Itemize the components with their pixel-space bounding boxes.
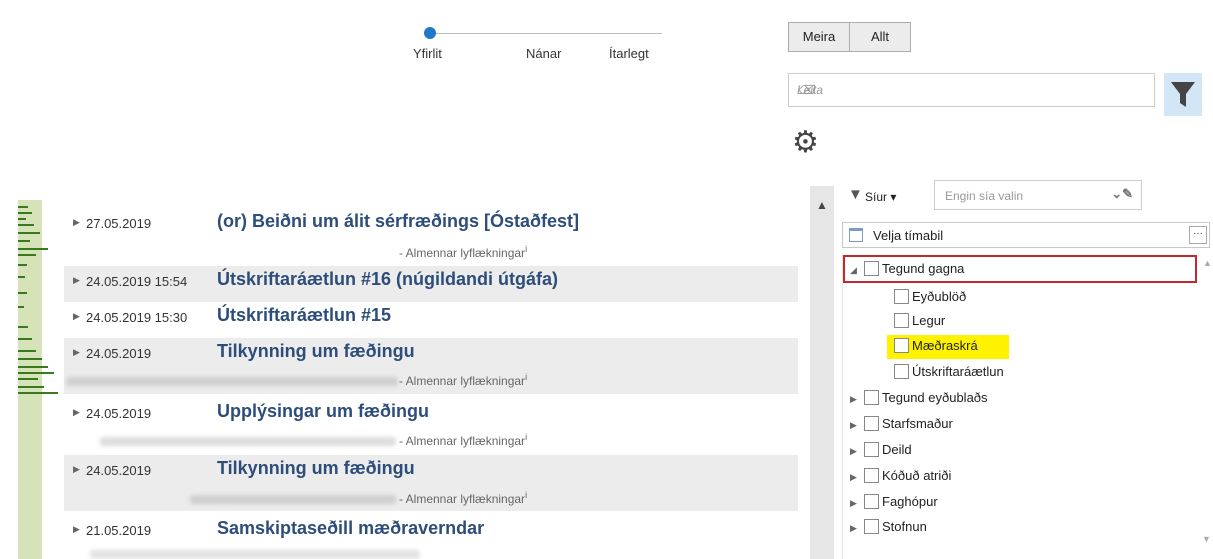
caret-right-icon[interactable]: ▶ [850, 498, 864, 509]
gear-icon[interactable]: ⚙ [792, 128, 819, 158]
item-title[interactable]: Útskriftaráætlun #16 (núgildandi útgáfa) [217, 269, 558, 290]
checkbox[interactable] [864, 390, 879, 405]
tree-node-department[interactable]: ▶ Deild [850, 442, 912, 457]
calendar-icon [849, 228, 863, 242]
tree-node-professional-group[interactable]: ▶ Faghópur [850, 494, 938, 509]
redacted-text [90, 550, 420, 559]
period-label: Velja tímabil [873, 228, 944, 243]
list-item[interactable]: ▶ 24.05.2019 Upplýsingar um fæðingu [64, 398, 798, 434]
filter-select[interactable]: Engin sía valin ⌄✎ [934, 180, 1142, 210]
info-icon[interactable]: i [525, 490, 527, 500]
checkbox[interactable] [864, 519, 879, 534]
timeline-minimap[interactable] [18, 206, 58, 396]
eraser-icon[interactable]: ⌫ [797, 83, 1146, 97]
scroll-down-icon[interactable]: ▼ [1202, 534, 1211, 544]
filter-icon: ▼ [848, 186, 863, 203]
checkbox[interactable] [894, 313, 909, 328]
list-scrollbar[interactable] [810, 186, 834, 559]
item-date: 21.05.2019 [86, 523, 152, 538]
checkbox[interactable] [864, 494, 879, 509]
list-item[interactable]: ▶ 24.05.2019 15:54 Útskriftaráætlun #16 … [64, 266, 798, 302]
tree-node-institution[interactable]: ▶ Stofnun [850, 519, 927, 534]
item-date: 24.05.2019 15:54 [86, 274, 188, 289]
checkbox[interactable] [894, 364, 909, 379]
caret-right-icon[interactable]: ▶ [850, 394, 864, 405]
item-title[interactable]: Upplýsingar um fæðingu [217, 401, 429, 422]
detail-level-more[interactable]: Nánar [526, 46, 561, 61]
filters-dropdown[interactable]: Síur ▾ [865, 190, 896, 204]
detail-slider-track[interactable] [431, 33, 662, 34]
more-button[interactable]: Meira [788, 22, 850, 52]
caret-right-icon[interactable]: ▶ [73, 311, 80, 322]
item-subtitle: - Almennar lyflækningari [399, 490, 528, 506]
caret-right-icon[interactable]: ▶ [850, 472, 864, 483]
detail-level-detailed[interactable]: Ítarlegt [609, 46, 649, 61]
redacted-text [190, 495, 396, 504]
tree-node-forms[interactable]: Eyðublöð [894, 289, 966, 304]
tree-node-staff[interactable]: ▶ Starfsmaður [850, 416, 953, 431]
checkbox[interactable] [864, 261, 879, 276]
chevron-down-icon[interactable]: ⌄✎ [1111, 186, 1133, 202]
checkbox[interactable] [894, 338, 909, 353]
checkbox[interactable] [894, 289, 909, 304]
info-icon[interactable]: i [525, 432, 527, 442]
list-item[interactable]: ▶ 24.05.2019 15:30 Útskriftaráætlun #15 [64, 302, 798, 338]
all-button[interactable]: Allt [849, 22, 911, 52]
info-icon[interactable]: i [525, 244, 527, 254]
list-item[interactable]: ▶ 27.05.2019 (or) Beiðni um álit sérfræð… [64, 208, 798, 244]
checkbox[interactable] [864, 468, 879, 483]
item-subtitle: - Almennar lyflækningari [399, 244, 528, 260]
item-title[interactable]: Útskriftaráætlun #15 [217, 305, 391, 326]
filter-placeholder: Engin sía valin [945, 189, 1024, 203]
item-subtitle: - Almennar lyflækningari [399, 372, 528, 388]
item-date: 24.05.2019 15:30 [86, 310, 188, 325]
checkbox[interactable] [864, 416, 879, 431]
caret-right-icon[interactable]: ▶ [850, 446, 864, 457]
scroll-up-icon[interactable]: ▲ [1203, 258, 1212, 268]
caret-right-icon[interactable]: ▶ [73, 464, 80, 475]
caret-right-icon[interactable]: ▶ [73, 347, 80, 358]
tree-node-coded-items[interactable]: ▶ Kóðuð atriði [850, 468, 951, 483]
item-date: 27.05.2019 [86, 216, 152, 231]
item-title[interactable]: (or) Beiðni um álit sérfræðings [Óstaðfe… [217, 211, 579, 232]
item-date: 24.05.2019 [86, 463, 152, 478]
item-date: 24.05.2019 [86, 406, 152, 421]
caret-right-icon[interactable]: ▶ [73, 275, 80, 286]
scroll-up-icon[interactable]: ▲ [816, 198, 828, 212]
caret-right-icon[interactable]: ▶ [73, 217, 80, 228]
list-item[interactable]: ▶ 21.05.2019 Samskiptaseðill mæðravernda… [64, 515, 798, 551]
detail-slider-knob[interactable] [424, 27, 436, 39]
caret-right-icon[interactable]: ▶ [850, 420, 864, 431]
period-picker[interactable]: Velja tímabil ··· [842, 222, 1210, 248]
item-title[interactable]: Tilkynning um fæðingu [217, 458, 415, 479]
detail-level-overview[interactable]: Yfirlit [413, 46, 442, 61]
item-title[interactable]: Samskiptaseðill mæðraverndar [217, 518, 484, 539]
period-more-button[interactable]: ··· [1189, 226, 1207, 244]
tree-node-stays[interactable]: Legur [894, 313, 945, 328]
tree-node-data-type[interactable]: ◢ Tegund gagna [850, 261, 964, 276]
info-icon[interactable]: i [525, 372, 527, 382]
tree-node-maternity-register[interactable]: Mæðraskrá [894, 338, 978, 353]
item-subtitle: - Almennar lyflækningari [399, 432, 528, 448]
redacted-text [66, 377, 398, 386]
tree-node-discharge-plan[interactable]: Útskriftaráætlun [894, 364, 1004, 379]
item-title[interactable]: Tilkynning um fæðingu [217, 341, 415, 362]
caret-right-icon[interactable]: ▶ [73, 524, 80, 535]
checkbox[interactable] [864, 442, 879, 457]
filter-toggle-button[interactable] [1164, 73, 1202, 116]
caret-right-icon[interactable]: ▶ [73, 407, 80, 418]
filter-icon [1171, 82, 1195, 107]
search-input[interactable]: Leita ⌫ [788, 73, 1155, 107]
caret-right-icon[interactable]: ▶ [850, 523, 864, 534]
tree-node-form-type[interactable]: ▶ Tegund eyðublaðs [850, 390, 988, 405]
caret-down-icon[interactable]: ◢ [850, 265, 864, 276]
journal-window: Yfirlit Nánar Ítarlegt ▶ 27.05.2019 (or)… [0, 0, 1213, 559]
redacted-text [100, 437, 396, 446]
item-date: 24.05.2019 [86, 346, 152, 361]
